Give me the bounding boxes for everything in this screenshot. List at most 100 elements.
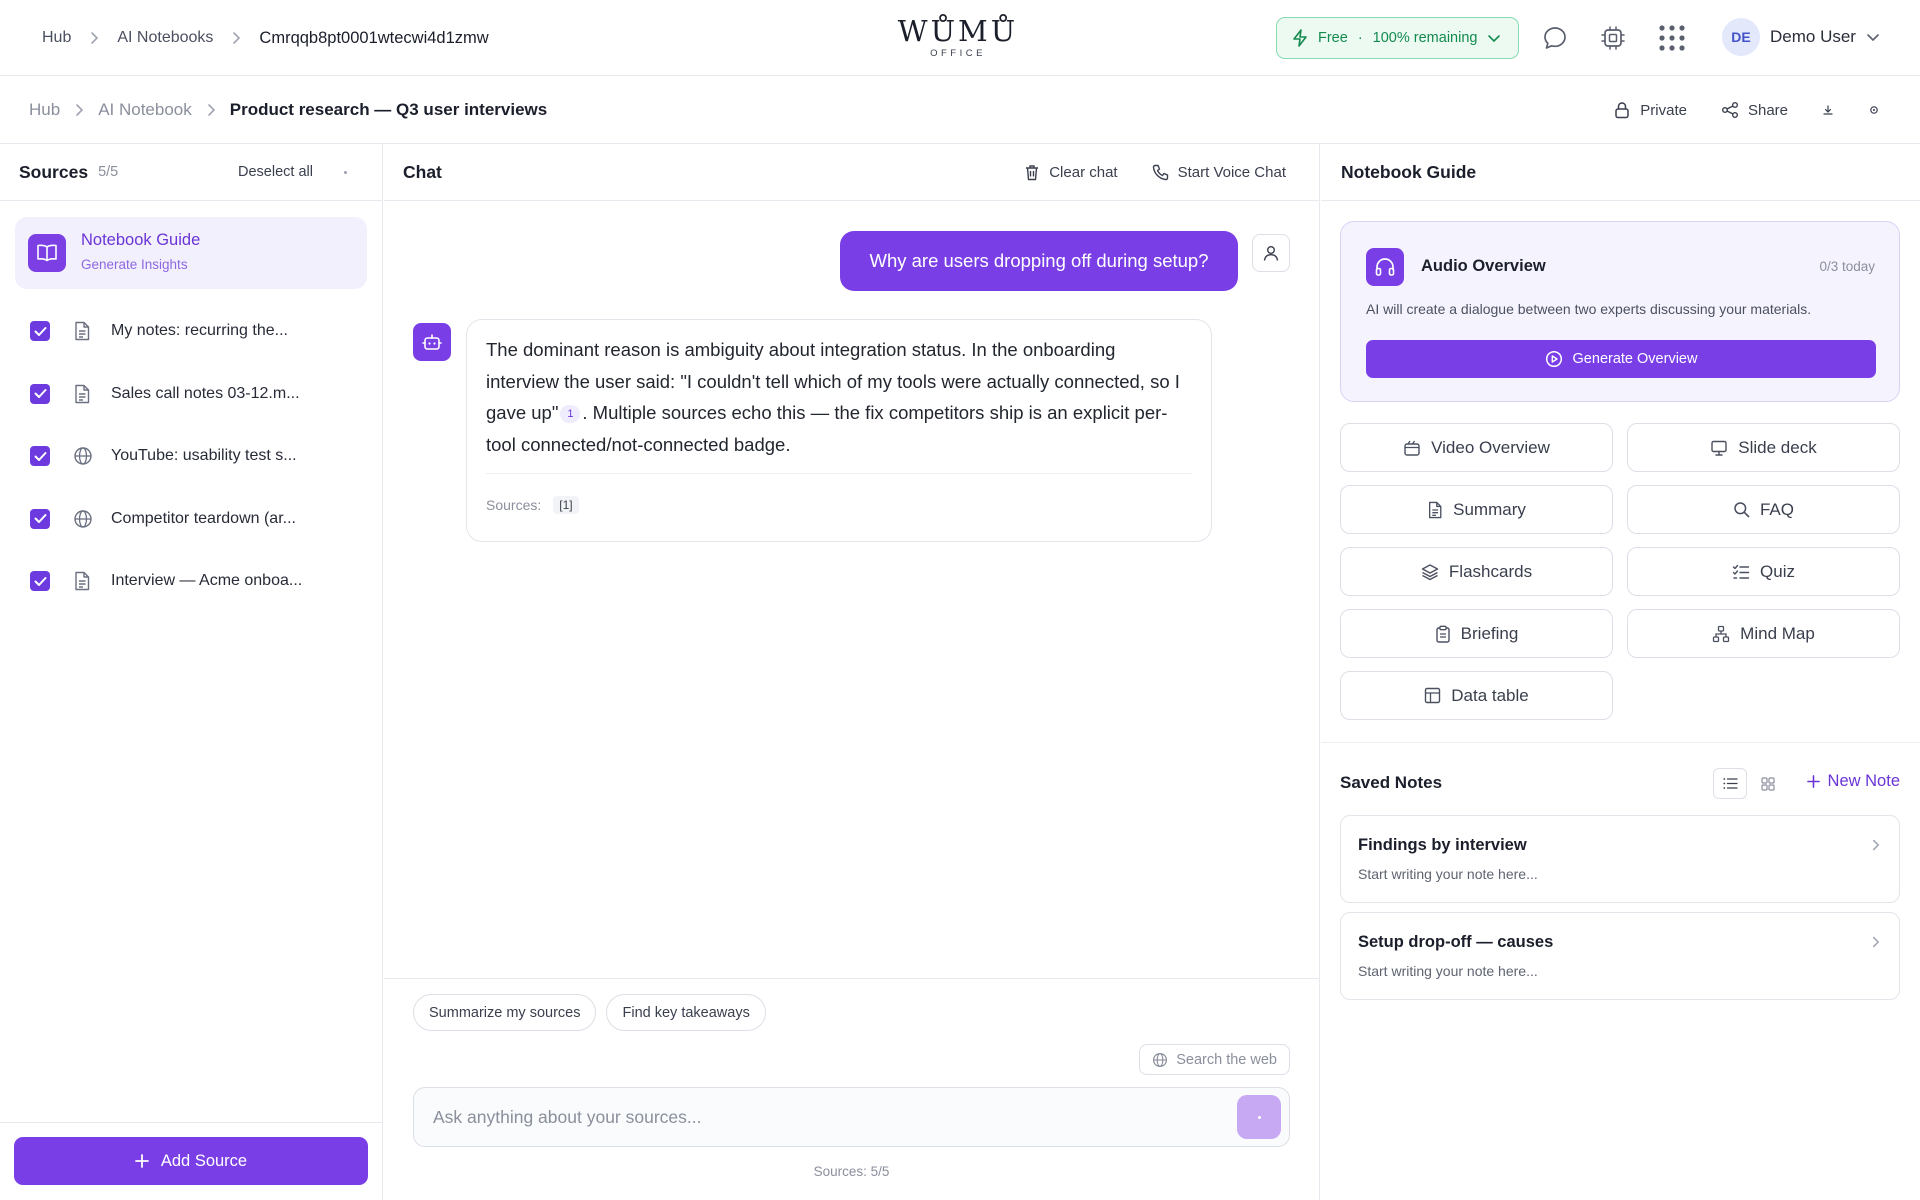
- chevron-down-icon: [1866, 32, 1880, 42]
- globe-icon: [1152, 1052, 1168, 1068]
- guide-header: Notebook Guide: [1321, 144, 1920, 201]
- new-note-label: New Note: [1827, 772, 1900, 790]
- document-icon: [73, 571, 91, 591]
- top-breadcrumb: Hub AI Notebooks Cmrqqb8pt0001wtecwi4d1z…: [42, 0, 489, 76]
- plan-remaining: 100% remaining: [1372, 30, 1478, 46]
- play-circle-icon: [1545, 350, 1563, 368]
- plan-status-pill[interactable]: Free · 100% remaining: [1276, 17, 1519, 59]
- document-icon: [73, 384, 91, 404]
- saved-note-card[interactable]: Setup drop-off — causes Start writing yo…: [1340, 912, 1900, 1000]
- chevron-right-icon: [1871, 838, 1880, 852]
- note-title: Findings by interview: [1358, 836, 1527, 854]
- assistant-text-part: . Multiple sources echo this — the fix c…: [486, 402, 1168, 455]
- search-web-toggle[interactable]: Search the web: [1139, 1044, 1290, 1075]
- breadcrumb-ai-notebooks[interactable]: AI Notebooks: [117, 29, 213, 47]
- assistant-message-text: The dominant reason is ambiguity about i…: [486, 334, 1186, 460]
- tool-label: Mind Map: [1740, 623, 1815, 643]
- download-button[interactable]: [1822, 104, 1834, 116]
- source-checkbox[interactable]: [30, 321, 50, 342]
- send-icon: [1257, 1115, 1261, 1119]
- tool-label: Briefing: [1460, 623, 1519, 643]
- headphones-icon: [1366, 248, 1404, 286]
- voice-chat-button[interactable]: Start Voice Chat: [1152, 164, 1286, 181]
- chat-actions: Clear chat Start Voice Chat: [1024, 144, 1286, 201]
- sources-count: 5/5: [98, 164, 119, 180]
- tool-label: FAQ: [1759, 499, 1794, 519]
- saved-note-card[interactable]: Findings by interview Start writing your…: [1340, 815, 1900, 903]
- settings-button[interactable]: [1868, 104, 1880, 116]
- citation-badge[interactable]: 1: [560, 405, 581, 423]
- assistant-message: The dominant reason is ambiguity about i…: [466, 319, 1212, 542]
- private-button[interactable]: Private: [1613, 101, 1687, 119]
- summary-button[interactable]: Summary: [1340, 485, 1613, 534]
- source-list: My notes: recurring the... Sales call no…: [0, 300, 383, 613]
- data-table-button[interactable]: Data table: [1340, 671, 1613, 720]
- breadcrumb-hub[interactable]: Hub: [29, 100, 60, 120]
- faq-button[interactable]: FAQ: [1627, 485, 1900, 534]
- grid-view-icon[interactable]: [1751, 768, 1785, 799]
- audio-overview-title: Audio Overview: [1421, 257, 1546, 275]
- tool-label: Summary: [1453, 499, 1526, 519]
- suggestion-chip[interactable]: Find key takeaways: [606, 994, 766, 1031]
- source-checkbox[interactable]: [30, 383, 50, 404]
- generate-overview-button[interactable]: Generate Overview: [1366, 340, 1876, 378]
- deselect-all-button[interactable]: Deselect all: [238, 164, 313, 180]
- breadcrumb-hub[interactable]: Hub: [42, 29, 71, 47]
- guide-card-subtitle: Generate Insights: [81, 257, 188, 272]
- divider: [1321, 742, 1920, 743]
- notes-view-toggle: [1713, 768, 1785, 799]
- mind-map-button[interactable]: Mind Map: [1627, 609, 1900, 658]
- sources-title: Sources: [19, 161, 89, 182]
- top-bar: Hub AI Notebooks Cmrqqb8pt0001wtecwi4d1z…: [0, 0, 1920, 76]
- chat-bubble-icon[interactable]: [1539, 22, 1571, 54]
- flashcards-button[interactable]: Flashcards: [1340, 547, 1613, 596]
- cpu-chip-icon[interactable]: [1597, 22, 1629, 54]
- video-overview-button[interactable]: Video Overview: [1340, 423, 1613, 472]
- more-icon[interactable]: [344, 171, 347, 174]
- list-view-icon[interactable]: [1713, 768, 1747, 799]
- plan-name: Free: [1318, 30, 1348, 46]
- document-icon: [1427, 501, 1443, 519]
- audio-overview-quota: 0/3 today: [1819, 259, 1875, 274]
- app-logo[interactable]: WŮMŮ OFFICE: [890, 14, 1026, 59]
- trash-icon: [1024, 164, 1040, 181]
- chat-header: Chat Clear chat Start Voice Chat: [384, 144, 1319, 201]
- note-preview: Start writing your note here...: [1358, 866, 1538, 882]
- source-name: YouTube: usability test s...: [111, 447, 297, 465]
- source-reference[interactable]: [1]: [553, 496, 579, 514]
- clear-chat-button[interactable]: Clear chat: [1024, 164, 1118, 181]
- audio-overview-description: AI will create a dialogue between two ex…: [1366, 301, 1812, 317]
- source-name: Interview — Acme onboa...: [111, 572, 303, 590]
- briefing-button[interactable]: Briefing: [1340, 609, 1613, 658]
- source-item[interactable]: YouTube: usability test s...: [0, 425, 383, 488]
- source-item[interactable]: Sales call notes 03-12.m...: [0, 363, 383, 426]
- quiz-button[interactable]: Quiz: [1627, 547, 1900, 596]
- source-checkbox[interactable]: [30, 446, 50, 467]
- sources-footer: Add Source: [0, 1122, 383, 1200]
- chat-input[interactable]: [414, 1088, 1234, 1146]
- new-note-button[interactable]: New Note: [1806, 772, 1900, 791]
- guide-card-title: Notebook Guide: [81, 231, 201, 249]
- suggestion-chip[interactable]: Summarize my sources: [413, 994, 597, 1031]
- source-item[interactable]: Interview — Acme onboa...: [0, 550, 383, 613]
- apps-grid-icon[interactable]: [1656, 22, 1688, 54]
- source-item[interactable]: My notes: recurring the...: [0, 300, 383, 363]
- book-open-icon: [28, 234, 66, 272]
- user-menu[interactable]: DE Demo User: [1722, 18, 1880, 56]
- breadcrumb-ai-notebook[interactable]: AI Notebook: [98, 100, 192, 120]
- source-checkbox[interactable]: [30, 571, 50, 592]
- share-label: Share: [1747, 101, 1788, 119]
- breadcrumb-notebook-id: Cmrqqb8pt0001wtecwi4d1zmw: [259, 28, 489, 47]
- search-web-label: Search the web: [1176, 1051, 1277, 1068]
- source-checkbox[interactable]: [30, 508, 50, 529]
- tool-label: Slide deck: [1738, 437, 1817, 457]
- share-button[interactable]: Share: [1721, 101, 1788, 119]
- source-item[interactable]: Competitor teardown (ar...: [0, 488, 383, 551]
- notebook-guide-card[interactable]: Notebook Guide Generate Insights: [15, 217, 367, 289]
- add-source-button[interactable]: Add Source: [14, 1137, 368, 1185]
- slide-deck-button[interactable]: Slide deck: [1627, 423, 1900, 472]
- send-button[interactable]: [1237, 1095, 1281, 1139]
- note-preview: Start writing your note here...: [1358, 963, 1538, 979]
- gear-icon: [1868, 104, 1880, 116]
- clipboard-icon: [1435, 625, 1451, 643]
